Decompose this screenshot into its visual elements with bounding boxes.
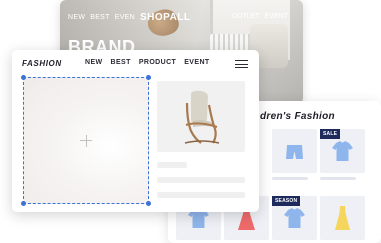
resize-handle-bottom-left[interactable]: [21, 201, 26, 206]
banner-nav-shop[interactable]: SHOPALL: [140, 12, 191, 23]
nav-event[interactable]: EVENT: [184, 59, 209, 66]
banner-nav-best[interactable]: BEST: [90, 14, 109, 21]
resize-handle-top-left[interactable]: [21, 75, 26, 80]
banner-nav-outlet[interactable]: OUTLET: [232, 13, 260, 20]
cell-caption-line: [272, 177, 308, 180]
season-badge: SEASON: [272, 196, 301, 206]
banner-nav-even[interactable]: EVEN: [115, 14, 135, 21]
cell-caption-line: [320, 177, 356, 180]
main-nav: NEW BEST PRODUCT EVENT: [85, 59, 210, 66]
placeholder-text-line: [157, 177, 245, 183]
site-logo[interactable]: FASHION: [22, 59, 62, 68]
nav-new[interactable]: NEW: [85, 59, 103, 66]
dress-icon: [335, 206, 350, 230]
product-cell-dress[interactable]: [320, 196, 365, 240]
resize-handle-top-right[interactable]: [146, 75, 151, 80]
main-editor-window: FASHION NEW BEST PRODUCT EVENT: [12, 50, 259, 212]
placeholder-text-line: [157, 162, 187, 168]
shorts-icon: [286, 145, 303, 159]
banner-nav: NEW BEST EVEN SHOPALL: [68, 12, 191, 23]
kids-window-title: dren's Fashion: [260, 111, 335, 122]
placeholder-text-line: [157, 192, 245, 198]
plus-icon-vertical: [85, 134, 87, 147]
product-cell-shorts[interactable]: [272, 129, 317, 173]
hamburger-icon[interactable]: [235, 60, 248, 69]
banner-nav-event[interactable]: EVENT: [265, 13, 288, 20]
product-image-card[interactable]: [157, 81, 245, 152]
nav-product[interactable]: PRODUCT: [139, 59, 176, 66]
banner-right-nav: OUTLET EVENT: [232, 13, 288, 20]
product-cell-shorts-2[interactable]: SEASON: [272, 196, 317, 240]
sale-badge: SALE: [320, 129, 341, 139]
resize-handle-bottom-right[interactable]: [146, 201, 151, 206]
nav-best[interactable]: BEST: [111, 59, 131, 66]
banner-nav-new[interactable]: NEW: [68, 14, 85, 21]
armchair-icon: [184, 90, 220, 144]
product-cell-tshirt[interactable]: SALE: [320, 129, 365, 173]
image-drop-zone[interactable]: [23, 77, 149, 204]
